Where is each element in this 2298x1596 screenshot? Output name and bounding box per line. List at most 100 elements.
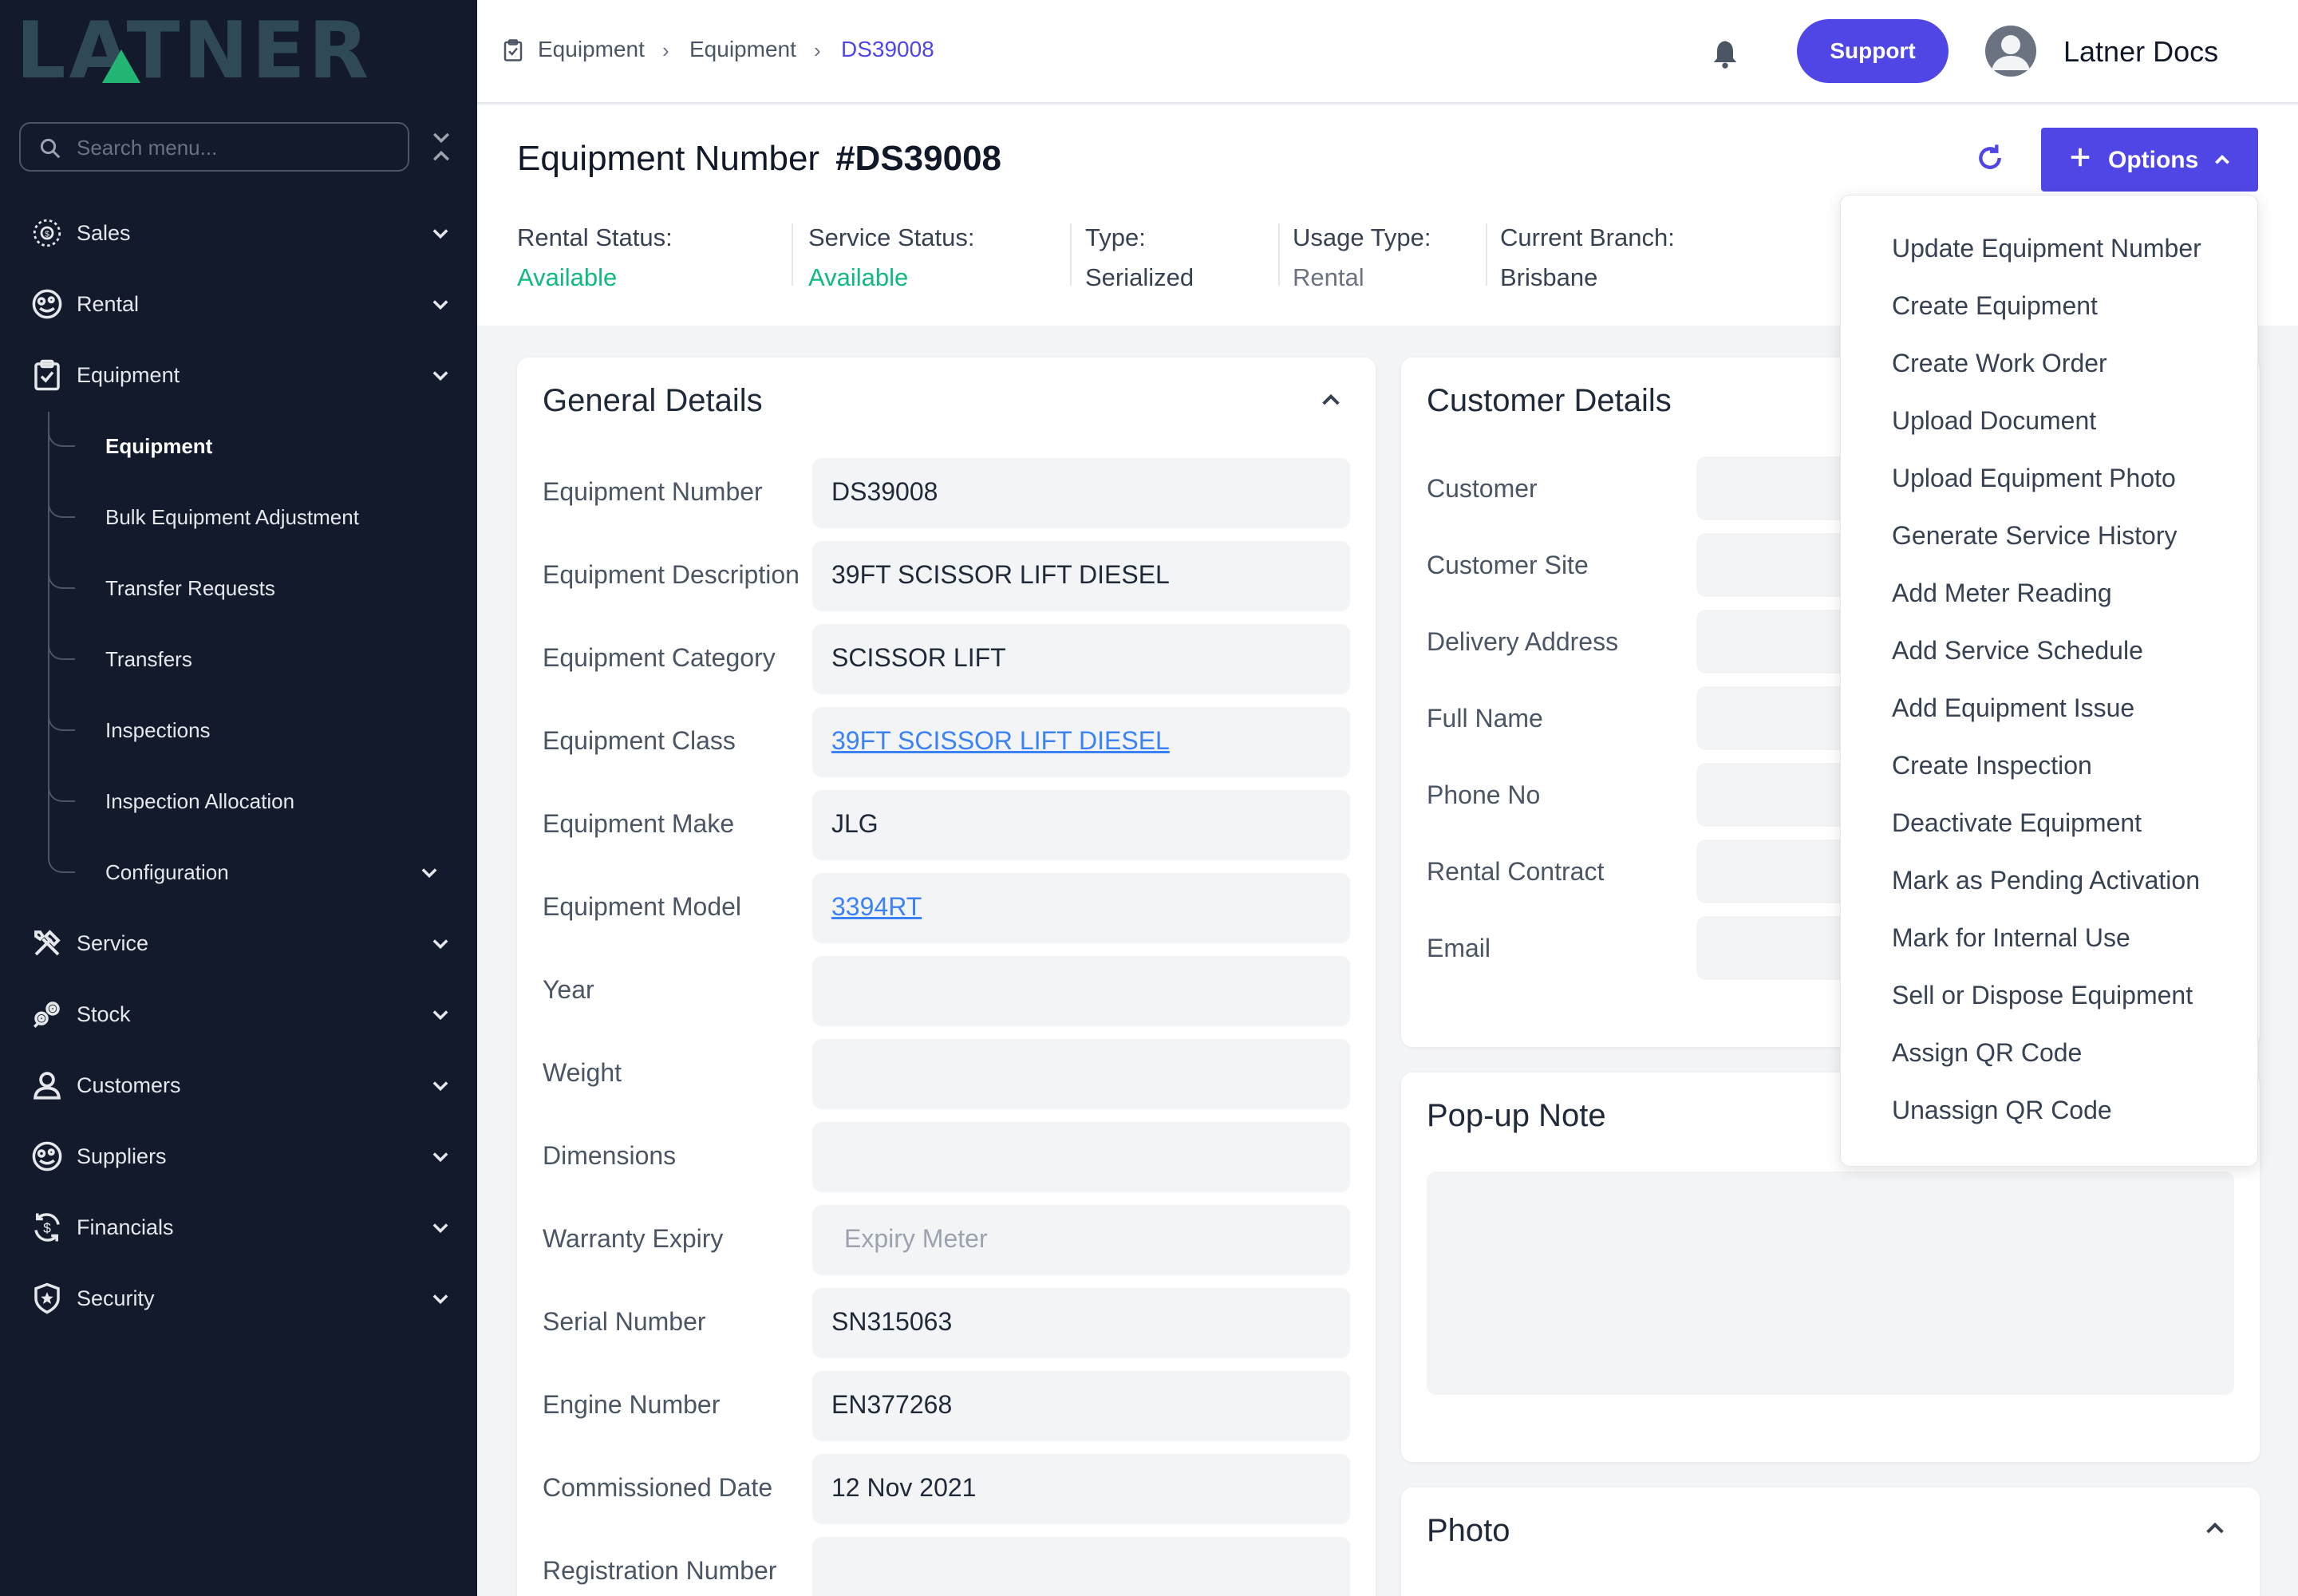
submenu-item-configuration[interactable]: Configuration: [0, 840, 477, 904]
warranty-expiry-field[interactable]: Expiry Meter: [812, 1205, 1350, 1275]
chevron-up-icon[interactable]: [2202, 1516, 2228, 1542]
menu-item-create-inspection[interactable]: Create Inspection: [1892, 751, 2092, 780]
submenu-item-transfer-requests[interactable]: Transfer Requests: [0, 556, 477, 620]
avatar[interactable]: [1985, 26, 2036, 77]
search-input[interactable]: [77, 133, 396, 162]
refresh-icon[interactable]: [1974, 142, 2006, 174]
sidebar-item-service[interactable]: Service: [0, 911, 477, 975]
year-field[interactable]: [812, 956, 1350, 1026]
field-label: Year: [543, 975, 594, 1004]
sidebar-item-label: Suppliers: [77, 1144, 167, 1168]
user-avatar-icon: [1992, 35, 2030, 70]
weight-field[interactable]: [812, 1039, 1350, 1109]
field-label: Equipment Description: [543, 560, 800, 589]
collapse-menu-icon[interactable]: [429, 129, 453, 164]
field-label: Full Name: [1427, 704, 1543, 733]
equipment-class-link[interactable]: 39FT SCISSOR LIFT DIESEL: [831, 726, 1170, 756]
sidebar-item-sales[interactable]: $ Sales: [0, 201, 477, 265]
field-label: Equipment Category: [543, 643, 776, 672]
stat-label: Service Status:: [808, 223, 975, 251]
rental-status: Rental Status: Available: [517, 223, 673, 292]
menu-item-add-meter-reading[interactable]: Add Meter Reading: [1892, 579, 2112, 608]
equipment-number-field[interactable]: DS39008: [812, 458, 1350, 528]
chevron-down-icon: [432, 371, 448, 381]
menu-item-generate-service-history[interactable]: Generate Service History: [1892, 521, 2177, 551]
user-name[interactable]: Latner Docs: [2063, 35, 2218, 69]
breadcrumb-equipment-list[interactable]: Equipment: [689, 37, 796, 62]
submenu-item-equipment[interactable]: Equipment: [0, 414, 477, 478]
submenu-item-inspection-allocation[interactable]: Inspection Allocation: [0, 769, 477, 833]
equipment-description-field[interactable]: 39FT SCISSOR LIFT DIESEL: [812, 541, 1350, 611]
menu-item-deactivate-equipment[interactable]: Deactivate Equipment: [1892, 808, 2142, 838]
menu-item-upload-equipment-photo[interactable]: Upload Equipment Photo: [1892, 464, 2176, 493]
menu-item-update-equipment-number[interactable]: Update Equipment Number: [1892, 234, 2201, 263]
service-status: Service Status: Available: [808, 223, 974, 292]
clipboard-icon: [503, 39, 523, 61]
commissioned-date-field[interactable]: 12 Nov 2021: [812, 1454, 1350, 1524]
support-button[interactable]: Support: [1797, 19, 1949, 83]
page-title: Equipment Number #DS39008: [517, 139, 1001, 179]
dollar-cycle-icon: $: [34, 1213, 60, 1242]
menu-item-mark-for-internal-use[interactable]: Mark for Internal Use: [1892, 923, 2130, 953]
suppliers-icon: [32, 1141, 62, 1171]
field-label: Registration Number: [543, 1556, 777, 1585]
stat-label: Rental Status:: [517, 223, 673, 251]
menu-item-unassign-qr-code[interactable]: Unassign QR Code: [1892, 1096, 2112, 1125]
breadcrumb-current: DS39008: [841, 37, 934, 61]
field-value: DS39008: [831, 477, 938, 506]
chevron-down-icon: [432, 1294, 448, 1305]
current-branch: Current Branch: Brisbane: [1500, 223, 1675, 292]
field-label: Customer Site: [1427, 551, 1589, 579]
menu-item-create-equipment[interactable]: Create Equipment: [1892, 291, 2098, 321]
menu-item-add-equipment-issue[interactable]: Add Equipment Issue: [1892, 693, 2134, 723]
registration-number-field[interactable]: [812, 1537, 1350, 1596]
sidebar-item-customers[interactable]: Customers: [0, 1053, 477, 1117]
chevron-up-icon[interactable]: [1318, 388, 1344, 413]
dimensions-field[interactable]: [812, 1122, 1350, 1192]
sales-icon: $: [33, 219, 61, 247]
user-icon: [34, 1072, 61, 1100]
sidebar-item-suppliers[interactable]: Suppliers: [0, 1124, 477, 1188]
options-button[interactable]: Options: [2041, 128, 2258, 192]
submenu-item-bulk-equipment-adjustment[interactable]: Bulk Equipment Adjustment: [0, 485, 477, 549]
menu-item-sell-or-dispose-equipment[interactable]: Sell or Dispose Equipment: [1892, 981, 2193, 1010]
serial-number-field[interactable]: SN315063: [812, 1288, 1350, 1358]
stock-icon: [34, 1001, 60, 1028]
submenu-label: Transfers: [105, 646, 192, 671]
equipment-make-field[interactable]: JLG: [812, 790, 1350, 860]
bell-icon[interactable]: [1709, 37, 1741, 72]
sidebar-item-label: Service: [77, 930, 149, 955]
submenu-item-inspections[interactable]: Inspections: [0, 698, 477, 762]
menu-item-add-service-schedule[interactable]: Add Service Schedule: [1892, 636, 2143, 666]
breadcrumb-equipment[interactable]: Equipment: [538, 37, 645, 62]
sidebar-item-equipment[interactable]: Equipment: [0, 343, 477, 407]
sidebar-item-label: Customers: [77, 1073, 181, 1097]
sidebar-item-rental[interactable]: Rental: [0, 272, 477, 336]
chevron-down-icon: [432, 229, 448, 239]
sidebar-item-label: Equipment: [77, 362, 180, 387]
popup-note-textarea[interactable]: [1427, 1171, 2234, 1395]
submenu-item-transfers[interactable]: Transfers: [0, 627, 477, 691]
sidebar-item-stock[interactable]: Stock: [0, 982, 477, 1046]
card-title: Pop-up Note: [1427, 1098, 1606, 1133]
latner-logo[interactable]: LATNER: [16, 6, 447, 97]
sidebar-item-financials[interactable]: $ Financials: [0, 1195, 477, 1259]
menu-item-mark-as-pending-activation[interactable]: Mark as Pending Activation: [1892, 866, 2200, 895]
submenu-label: Inspection Allocation: [105, 788, 295, 813]
tools-icon: [34, 930, 61, 956]
logo-text: LATNER: [16, 6, 372, 97]
equipment-category-field[interactable]: SCISSOR LIFT: [812, 624, 1350, 694]
plus-icon: [2071, 148, 2090, 167]
menu-item-assign-qr-code[interactable]: Assign QR Code: [1892, 1038, 2082, 1068]
field-label: Equipment Model: [543, 892, 742, 921]
engine-number-field[interactable]: EN377268: [812, 1371, 1350, 1441]
sidebar-item-security[interactable]: Security: [0, 1266, 477, 1330]
field-label: Equipment Make: [543, 809, 735, 838]
menu-item-create-work-order[interactable]: Create Work Order: [1892, 349, 2107, 378]
breadcrumb-separator-icon: ›: [814, 38, 821, 62]
menu-item-upload-document[interactable]: Upload Document: [1892, 406, 2096, 436]
menu-search[interactable]: [19, 122, 409, 172]
stat-divider: [1278, 223, 1280, 286]
usage-type: Usage Type: Rental: [1293, 223, 1431, 292]
equipment-model-link[interactable]: 3394RT: [831, 892, 922, 922]
